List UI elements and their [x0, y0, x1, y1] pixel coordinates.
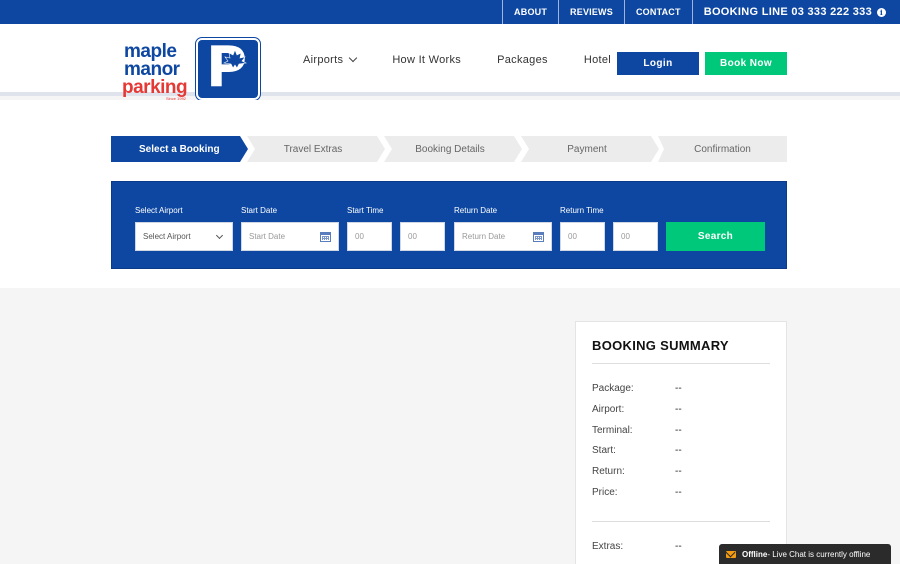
summary-start-value: -- — [675, 445, 682, 456]
start-hour-input[interactable]: 00 — [347, 222, 392, 251]
start-date-input[interactable]: Start Date — [241, 222, 339, 251]
chevron-down-icon — [215, 231, 224, 240]
airport-select-value: Select Airport — [143, 232, 191, 241]
nav-packages[interactable]: Packages — [497, 54, 548, 66]
summary-price-value: -- — [675, 487, 682, 498]
summary-package-label: Package: — [592, 383, 634, 394]
summary-price-label: Price: — [592, 487, 618, 498]
book-now-button[interactable]: Book Now — [705, 52, 787, 75]
start-date-placeholder: Start Date — [249, 232, 286, 241]
summary-airport-label: Airport: — [592, 404, 625, 415]
summary-terminal-value: -- — [675, 425, 682, 436]
contact-link[interactable]: CONTACT — [623, 0, 692, 24]
nav-hotel[interactable]: Hotel — [584, 54, 611, 66]
summary-return-label: Return: — [592, 466, 625, 477]
calendar-icon[interactable] — [533, 232, 544, 242]
reviews-link[interactable]: REVIEWS — [558, 0, 624, 24]
booking-summary: BOOKING SUMMARY Package: -- Airport: -- … — [575, 321, 787, 564]
logo[interactable]: maple manor parking Since 1992 P — [118, 36, 263, 104]
search-panel: Select Airport Start Date Start Time Ret… — [111, 181, 787, 269]
return-date-input[interactable]: Return Date — [454, 222, 552, 251]
booking-line[interactable]: BOOKING LINE 03 333 222 333 i — [691, 0, 900, 24]
return-hour-input[interactable]: 00 — [560, 222, 605, 251]
mail-icon — [726, 550, 736, 558]
booking-steps: Select a Booking Travel Extras Booking D… — [111, 136, 787, 162]
login-button[interactable]: Login — [617, 52, 699, 75]
summary-extras-value: -- — [675, 541, 682, 552]
top-bar: ABOUT REVIEWS CONTACT BOOKING LINE 03 33… — [0, 0, 900, 24]
summary-start-label: Start: — [592, 445, 616, 456]
nav-airports-label: Airports — [303, 54, 344, 66]
info-icon[interactable]: i — [877, 7, 886, 17]
start-minute-input[interactable]: 00 — [400, 222, 445, 251]
step-payment[interactable]: Payment — [521, 136, 653, 162]
summary-divider — [592, 521, 770, 522]
maple-leaf-icon — [223, 49, 247, 69]
calendar-icon[interactable] — [320, 232, 331, 242]
live-chat-widget[interactable]: Offline - Live Chat is currently offline — [719, 544, 891, 564]
summary-title: BOOKING SUMMARY — [592, 338, 729, 353]
return-date-placeholder: Return Date — [462, 232, 506, 241]
nav-airports[interactable]: Airports — [303, 53, 358, 66]
start-date-label: Start Date — [241, 206, 278, 215]
live-chat-status: Offline — [742, 549, 768, 559]
top-nav: ABOUT REVIEWS CONTACT BOOKING LINE 03 33… — [502, 0, 900, 24]
live-chat-message: - Live Chat is currently offline — [767, 549, 871, 559]
chevron-down-icon — [349, 53, 358, 63]
about-link[interactable]: ABOUT — [502, 0, 558, 24]
step-confirmation[interactable]: Confirmation — [658, 136, 787, 162]
airport-label: Select Airport — [135, 206, 183, 215]
return-date-label: Return Date — [454, 206, 498, 215]
main-nav: Airports How It Works Packages Hotel — [303, 24, 647, 96]
booking-line-text: BOOKING LINE 03 333 222 333 — [703, 6, 872, 18]
return-minute-input[interactable]: 00 — [613, 222, 658, 251]
airport-select[interactable]: Select Airport — [135, 222, 233, 251]
summary-airport-value: -- — [675, 404, 682, 415]
summary-extras-label: Extras: — [592, 541, 624, 552]
nav-how-it-works[interactable]: How It Works — [392, 54, 461, 66]
summary-terminal-label: Terminal: — [592, 425, 633, 436]
return-time-label: Return Time — [560, 206, 604, 215]
summary-package-value: -- — [675, 383, 682, 394]
step-travel-extras[interactable]: Travel Extras — [247, 136, 379, 162]
summary-divider — [592, 363, 770, 364]
search-button[interactable]: Search — [666, 222, 765, 251]
summary-return-value: -- — [675, 466, 682, 477]
logo-word-parking: parking — [122, 77, 188, 98]
step-booking-details[interactable]: Booking Details — [384, 136, 516, 162]
step-select-booking[interactable]: Select a Booking — [111, 136, 243, 162]
start-time-label: Start Time — [347, 206, 384, 215]
